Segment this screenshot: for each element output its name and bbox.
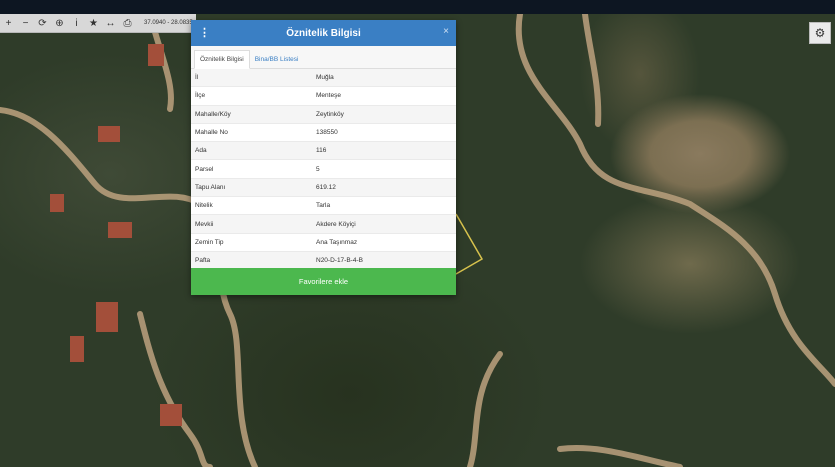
attribute-key: Parsel (191, 159, 312, 179)
table-row: İl Muğla (191, 69, 456, 88)
close-icon[interactable]: × (443, 26, 449, 37)
attribute-value: Zeytinköy (312, 105, 456, 124)
attribute-value: 116 (312, 141, 456, 161)
print-icon[interactable]: ⎙ (119, 14, 136, 32)
table-row: Mevkii Akdere Köyiçi (191, 214, 456, 234)
add-favorites-button[interactable]: Favorilere ekle (191, 268, 456, 295)
measure-icon[interactable]: ↔ (102, 14, 119, 32)
attribute-value: 138550 (312, 123, 456, 143)
attribute-key: Mahalle/Köy (191, 105, 312, 124)
attribute-key: Nitelik (191, 196, 312, 216)
info-icon[interactable]: i (68, 14, 85, 32)
zoom-out-icon[interactable]: − (17, 14, 34, 32)
attribute-value: Menteşe (312, 86, 456, 106)
attribute-key: Zemin Tip (191, 233, 312, 252)
panel-header: ⋮ Öznitelik Bilgisi × (191, 20, 456, 46)
table-row: Ada 116 (191, 141, 456, 161)
panel-title: Öznitelik Bilgisi (286, 27, 361, 39)
attribute-key: Ada (191, 141, 312, 161)
attribute-value: Akdere Köyiçi (312, 214, 456, 234)
kebab-menu-icon[interactable]: ⋮ (199, 26, 210, 39)
attribute-key: İl (191, 69, 312, 88)
attribute-value: Muğla (312, 69, 456, 88)
attribute-value: 5 (312, 159, 456, 179)
attribute-value: 619.12 (312, 178, 456, 198)
panel-tabs: Öznitelik Bilgisi Bina/BB Listesi (191, 46, 456, 69)
attribute-key: Tapu Alanı (191, 178, 312, 198)
table-row: Mahalle/Köy Zeytinköy (191, 105, 456, 124)
star-icon[interactable]: ★ (85, 14, 102, 32)
attribute-value: Ana Taşınmaz (312, 233, 456, 252)
tab-building-list[interactable]: Bina/BB Listesi (250, 51, 304, 68)
refresh-icon[interactable]: ⟳ (34, 14, 51, 32)
table-row: İlçe Menteşe (191, 86, 456, 106)
gear-icon[interactable]: ⚙ (809, 22, 831, 44)
attribute-key: Mevkii (191, 214, 312, 234)
table-row: Nitelik Tarla (191, 196, 456, 216)
top-bar (0, 0, 835, 14)
table-row: Mahalle No 138550 (191, 123, 456, 143)
zoom-in-icon[interactable]: + (0, 14, 17, 32)
table-row: Zemin Tip Ana Taşınmaz (191, 233, 456, 252)
locate-icon[interactable]: ⊕ (51, 14, 68, 32)
coordinate-readout: 37.0940 - 28.0835 (144, 20, 193, 26)
map-toolbar: + − ⟳ ⊕ i ★ ↔ ⎙ 37.0940 - 28.0835 (0, 14, 196, 33)
attribute-table: İl Muğla İlçe Menteşe Mahalle/Köy Zeytinköy Ma… (191, 69, 456, 271)
table-row: Parsel 5 (191, 159, 456, 179)
attribute-value: Tarla (312, 196, 456, 216)
attribute-panel: ⋮ Öznitelik Bilgisi × Öznitelik Bilgisi … (191, 20, 456, 295)
attribute-key: İlçe (191, 86, 312, 106)
tab-attributes[interactable]: Öznitelik Bilgisi (194, 50, 250, 69)
table-row: Tapu Alanı 619.12 (191, 178, 456, 198)
attribute-key: Mahalle No (191, 123, 312, 143)
